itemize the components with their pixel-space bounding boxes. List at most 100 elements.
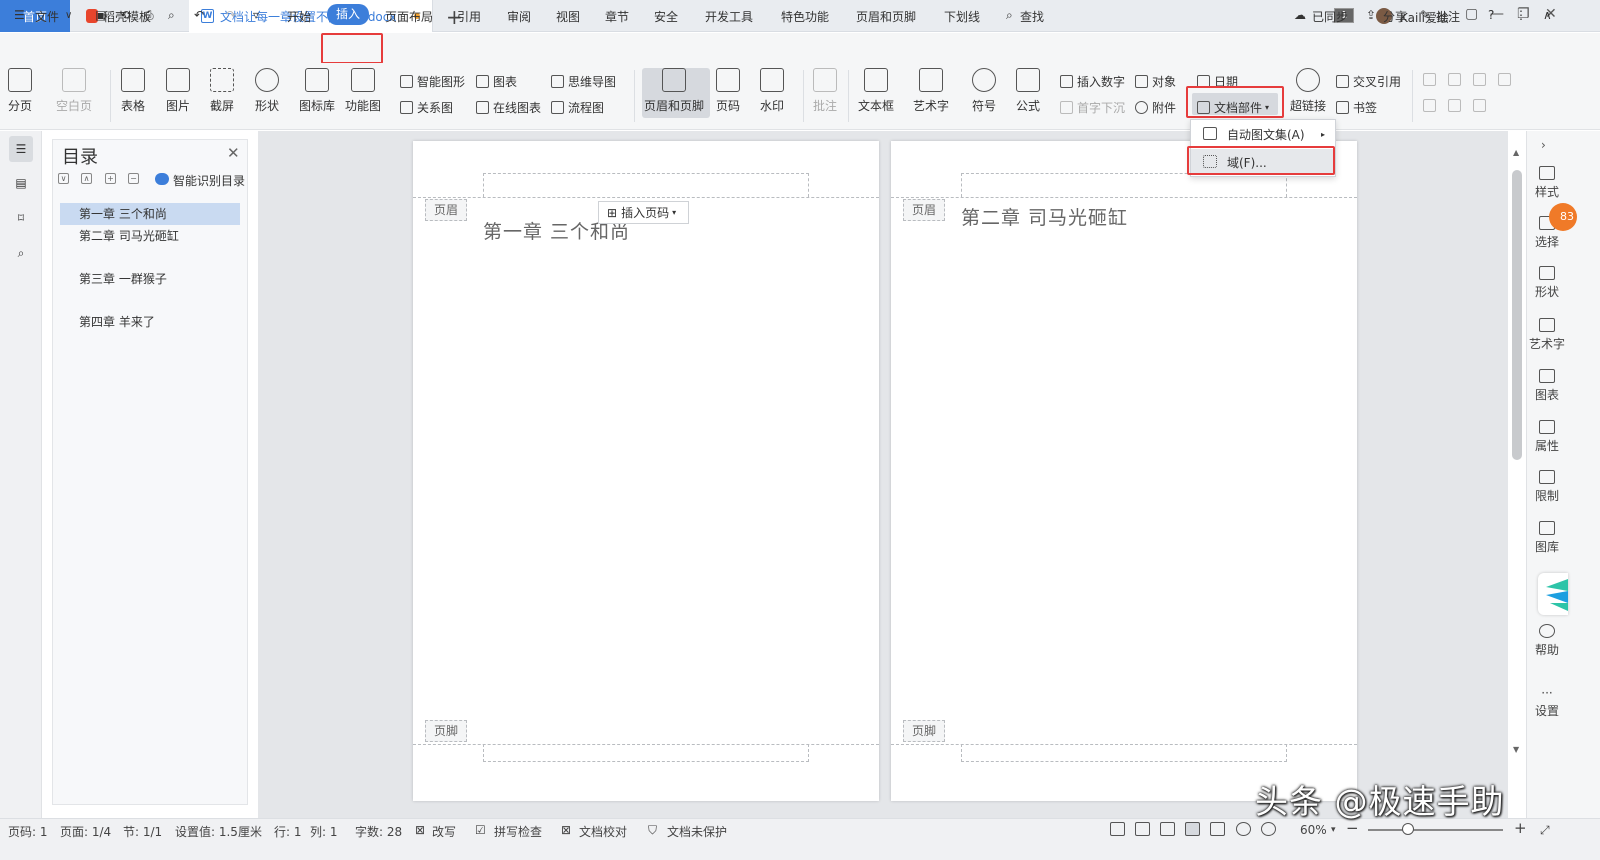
write-mode-icon[interactable] (1160, 822, 1175, 836)
zoom-slider-knob[interactable] (1402, 823, 1414, 835)
menu-dev-tools[interactable]: 开发工具 (705, 8, 753, 25)
wordart-button[interactable]: 艺术字 (913, 68, 949, 114)
sync-button[interactable]: 已同步 (1312, 8, 1348, 25)
doc-parts-button[interactable]: 文档部件 ▾ (1197, 99, 1269, 116)
menu-file[interactable]: 文件 (35, 8, 59, 25)
comment-menu-button[interactable]: 批注 (1436, 8, 1460, 25)
search-icon[interactable]: ⌕ (1006, 8, 1013, 23)
status-page[interactable]: 页码: 1 (8, 823, 48, 840)
status-revise[interactable]: 改写 (432, 823, 456, 840)
zoom-level[interactable]: 60% (1300, 823, 1327, 837)
smart-recognize-toc-button[interactable]: 智能识别目录 (173, 172, 245, 189)
sidebar-settings-button[interactable]: ··· 设置 (1527, 686, 1567, 719)
menu-special[interactable]: 特色功能 (781, 8, 829, 25)
insert-number-button[interactable]: 插入数字 (1060, 73, 1125, 90)
status-spell-check[interactable]: 拼写检查 (494, 823, 542, 840)
toc-item-chapter-3[interactable]: 第三章 一群猴子 (60, 268, 240, 290)
collapse-ribbon-icon[interactable]: ∧ (1543, 8, 1552, 22)
scroll-up-icon[interactable]: ▲ (1513, 148, 1519, 157)
print-preview-icon[interactable]: ⌕ (168, 8, 175, 23)
status-row[interactable]: 行: 1 (274, 823, 302, 840)
sidebar-chart-button[interactable]: 图表 (1527, 369, 1567, 403)
sidebar-style-button[interactable]: 样式 (1527, 166, 1567, 200)
menu-review[interactable]: 审阅 (507, 8, 531, 25)
page-view-icon[interactable] (1185, 822, 1200, 836)
document-page-1[interactable]: 页眉 第一章 三个和尚 页脚 (413, 141, 879, 801)
eye-protection-icon[interactable] (1261, 822, 1276, 836)
find-panel-icon[interactable]: ⌕ (9, 242, 33, 264)
toc-item-chapter-1[interactable]: 第一章 三个和尚 (60, 203, 240, 225)
reading-mode-icon[interactable] (1135, 822, 1150, 836)
sidebar-limit-button[interactable]: 限制 (1527, 470, 1567, 504)
menu-header-footer[interactable]: 页眉和页脚 (856, 8, 916, 25)
status-col[interactable]: 列: 1 (310, 823, 338, 840)
table-tool-4-icon[interactable] (1498, 73, 1515, 86)
page-break-button[interactable]: 分页 (8, 68, 32, 114)
relation-chart-button[interactable]: 关系图 (400, 99, 453, 116)
table-tool-7-icon[interactable] (1473, 99, 1490, 112)
menu-security[interactable]: 安全 (654, 8, 678, 25)
object-button[interactable]: 对象 (1135, 73, 1176, 90)
function-chart-button[interactable]: 功能图 (345, 68, 381, 114)
header-footer-button[interactable]: 页眉和页脚 (644, 68, 704, 114)
menu-references[interactable]: 引用 (457, 8, 481, 25)
remove-level-icon[interactable]: − (128, 173, 139, 184)
menu-find[interactable]: 查找 (1020, 8, 1044, 25)
collapse-all-icon[interactable]: ∨ (58, 173, 69, 184)
chevron-down-icon[interactable]: ▾ (1331, 825, 1336, 835)
blank-page-button[interactable]: 空白页 (56, 68, 92, 114)
notification-badge[interactable]: 83 (1549, 203, 1577, 231)
shape-button[interactable]: 形状 (255, 68, 279, 114)
zoom-slider[interactable] (1368, 829, 1503, 831)
menu-start[interactable]: 开始 (287, 8, 311, 25)
bookmark-button[interactable]: 书签 (1336, 99, 1377, 116)
add-level-icon[interactable]: + (105, 173, 116, 184)
outline-view-icon[interactable] (1210, 822, 1225, 836)
watermark-button[interactable]: 水印 (760, 68, 784, 114)
share-button[interactable]: 分享 (1383, 8, 1407, 25)
window-layout-icon[interactable]: ▢ (1465, 6, 1478, 22)
picture-button[interactable]: 图片 (166, 68, 190, 114)
bookmark-panel-icon[interactable]: ⌑ (9, 207, 33, 229)
mind-map-button[interactable]: 思维导图 (551, 73, 616, 90)
drop-cap-button[interactable]: 首字下沉 (1060, 99, 1125, 116)
save-icon[interactable]: ▣ (95, 8, 106, 22)
table-button[interactable]: 表格 (121, 68, 145, 114)
close-icon[interactable]: ✕ (227, 144, 240, 162)
status-protection[interactable]: 文档未保护 (667, 823, 727, 840)
menu-underline[interactable]: 下划线 (944, 8, 980, 25)
toc-item-chapter-4[interactable]: 第四章 羊来了 (60, 311, 240, 333)
screenshot-button[interactable]: 截屏 (210, 68, 234, 114)
menu-item-field[interactable]: 域(F)... (1191, 149, 1335, 175)
fullscreen-icon[interactable] (1110, 822, 1125, 836)
icon-library-button[interactable]: 图标库 (299, 68, 335, 114)
toc-item-chapter-2[interactable]: 第二章 司马光砸缸 (60, 225, 240, 247)
status-proofread[interactable]: 文档校对 (579, 823, 627, 840)
status-section[interactable]: 节: 1/1 (123, 823, 162, 840)
print-icon[interactable]: ⎙ (144, 8, 154, 23)
textbox-button[interactable]: 文本框 (858, 68, 894, 114)
table-tool-5-icon[interactable] (1423, 99, 1440, 112)
table-tool-3-icon[interactable] (1473, 73, 1490, 86)
quick-access-more-icon[interactable]: ▿ (253, 8, 259, 22)
toc-panel-icon[interactable]: ☰ (9, 136, 33, 162)
menu-page-layout[interactable]: 页面布局 (385, 8, 433, 25)
flowchart-button[interactable]: 流程图 (551, 99, 604, 116)
table-tool-2-icon[interactable] (1448, 73, 1465, 86)
table-tool-1-icon[interactable] (1423, 73, 1440, 86)
more-icon[interactable]: ⋮ (1515, 8, 1527, 22)
zoom-in-icon[interactable]: + (1514, 819, 1527, 837)
online-chart-button[interactable]: 在线图表 (476, 99, 541, 116)
menu-item-auto-text[interactable]: 自动图文集(A) ▸ (1191, 121, 1335, 147)
expand-up-icon[interactable]: ∧ (81, 173, 92, 184)
status-setting[interactable]: 设置值: 1.5厘米 (175, 823, 262, 840)
sidebar-help-button[interactable]: 帮助 (1527, 624, 1567, 658)
chart-button[interactable]: 图表 (476, 73, 517, 90)
format-painter-icon[interactable]: ⟲ (120, 8, 130, 22)
menu-view[interactable]: 视图 (556, 8, 580, 25)
menu-chapter[interactable]: 章节 (605, 8, 629, 25)
help-icon[interactable]: ? (1488, 8, 1494, 22)
redo-icon[interactable]: ↷ (226, 8, 236, 22)
hamburger-icon[interactable]: ☰ (14, 8, 25, 22)
outline-panel-icon[interactable]: ▤ (9, 172, 33, 194)
